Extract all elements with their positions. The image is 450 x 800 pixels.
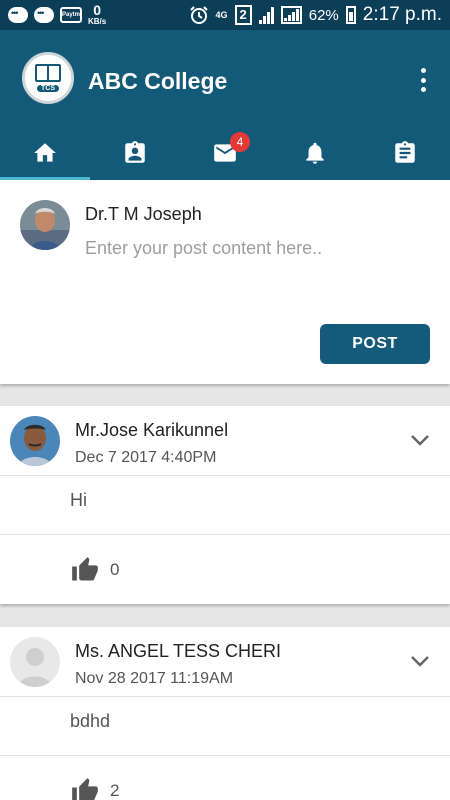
signal-icon <box>258 6 274 24</box>
compose-user-name: Dr.T M Joseph <box>85 204 202 224</box>
post-body: bdhd <box>70 711 111 731</box>
default-avatar <box>10 637 60 687</box>
alarm-icon <box>189 6 208 24</box>
thumb-up-icon[interactable] <box>70 556 100 584</box>
post-card: Mr.Jose Karikunnel Dec 7 2017 4:40PM Hi … <box>0 406 450 604</box>
app-title: ABC College <box>88 68 228 94</box>
app-bar: TCS ABC College 4 <box>0 30 450 180</box>
thumb-up-icon[interactable] <box>70 777 100 800</box>
like-count: 2 <box>110 781 120 800</box>
post-content-input[interactable] <box>85 238 425 259</box>
tab-bar: 4 <box>0 126 450 180</box>
post-author: Mr.Jose Karikunnel <box>75 420 229 440</box>
chevron-down-icon[interactable] <box>408 428 432 452</box>
book-icon <box>35 64 61 82</box>
network-type: 4G <box>215 9 228 20</box>
post-button[interactable]: POST <box>320 324 430 364</box>
unread-badge: 4 <box>230 132 250 152</box>
tab-notifications[interactable] <box>270 126 360 180</box>
tab-home[interactable] <box>0 126 90 180</box>
post-date: Nov 28 2017 11:19AM <box>75 670 234 687</box>
avatar <box>20 200 70 250</box>
home-icon <box>34 143 56 162</box>
college-logo: TCS <box>22 52 74 104</box>
signal-icon-2 <box>280 6 302 24</box>
compose-card: Dr.T M Joseph POST <box>0 180 450 384</box>
post-author: Ms. ANGEL TESS CHERI <box>75 641 282 661</box>
post-body: Hi <box>70 490 87 510</box>
network-speed: 0 KB/s <box>88 2 107 26</box>
paytm-icon: Paytm <box>60 7 82 23</box>
battery-percent: 62% <box>308 6 339 24</box>
overflow-menu-icon[interactable] <box>418 68 428 92</box>
divider <box>0 534 450 535</box>
chat-notification-icon <box>8 7 28 23</box>
battery-icon <box>345 6 356 24</box>
divider <box>0 755 450 756</box>
bell-icon <box>306 142 324 164</box>
clipboard-icon <box>395 141 415 163</box>
sim-indicator: 2 <box>234 5 252 25</box>
clock: 2:17 p.m. <box>362 4 442 25</box>
avatar <box>10 416 60 466</box>
chevron-down-icon[interactable] <box>408 649 432 673</box>
post-date: Dec 7 2017 4:40PM <box>75 449 217 466</box>
status-bar: Paytm 0KB/s 4G 2 62% 2:17 p.m. <box>0 0 450 30</box>
tab-contacts[interactable] <box>90 126 180 180</box>
tab-assignments[interactable] <box>360 126 450 180</box>
post-header: Mr.Jose Karikunnel Dec 7 2017 4:40PM <box>0 406 450 476</box>
post-header: Ms. ANGEL TESS CHERI Nov 28 2017 11:19AM <box>0 627 450 697</box>
contact-badge-icon <box>125 141 145 163</box>
post-card: Ms. ANGEL TESS CHERI Nov 28 2017 11:19AM… <box>0 627 450 800</box>
tab-messages[interactable]: 4 <box>180 126 270 180</box>
like-count: 0 <box>110 560 120 579</box>
message-notification-icon <box>34 7 54 23</box>
